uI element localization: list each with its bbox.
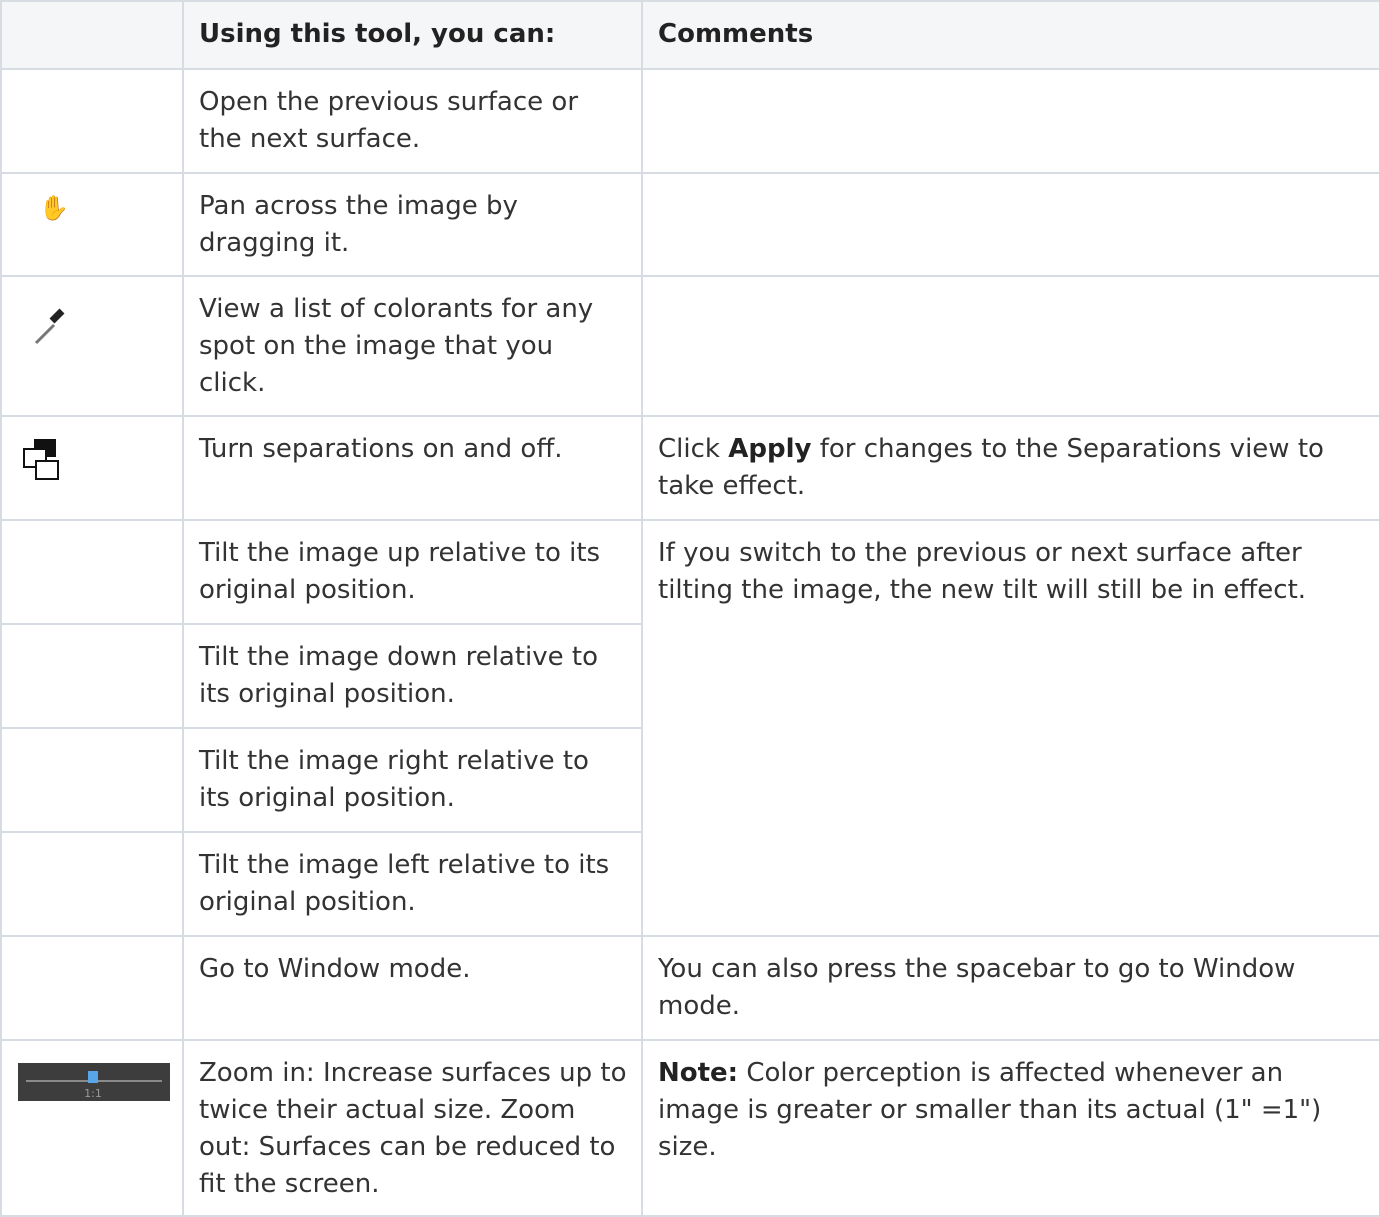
table-row: Tilt the image up relative to its origin… [0, 519, 1379, 937]
icon-cell [0, 519, 184, 625]
eyedropper-icon [34, 308, 65, 345]
header-comments: Comments [641, 0, 1379, 70]
action-cell: Zoom in: Increase surfaces up to twice t… [182, 1039, 643, 1217]
table-row: Go to Window mode. You can also press th… [0, 935, 1379, 1041]
table-row: 1:1 Zoom in: Increase surfaces up to twi… [0, 1039, 1379, 1217]
icon-cell [0, 935, 184, 1041]
comment-text: Click [658, 434, 729, 464]
comment-cell: You can also press the spacebar to go to… [641, 935, 1379, 1041]
note-keyword: Note: [658, 1058, 739, 1088]
action-cell: Tilt the image left relative to its orig… [182, 831, 643, 937]
comment-cell: Click Apply for changes to the Separatio… [641, 415, 1379, 521]
icon-cell [0, 415, 184, 521]
comment-cell [641, 275, 1379, 417]
action-cell: View a list of colorants for any spot on… [182, 275, 643, 417]
comment-cell [641, 172, 1379, 277]
zoom-level-label: 1:1 [84, 1087, 102, 1100]
comment-text: Color perception is affected whenever an… [658, 1058, 1322, 1162]
apply-keyword: Apply [728, 434, 812, 464]
separations-icon [23, 439, 59, 480]
action-cell: Tilt the image right relative to its ori… [182, 727, 643, 833]
table-row: View a list of colorants for any spot on… [0, 275, 1379, 417]
comment-cell [641, 68, 1379, 174]
action-cell: Turn separations on and off. [182, 415, 643, 521]
comment-cell: If you switch to the previous or next su… [641, 519, 1379, 937]
comment-cell: Note: Color perception is affected whene… [641, 1039, 1379, 1217]
action-cell: Tilt the image down relative to its orig… [182, 623, 643, 729]
hand-icon: ✋ [39, 194, 69, 222]
icon-cell [0, 727, 184, 833]
action-cell: Pan across the image by dragging it. [182, 172, 643, 277]
action-cell: Tilt the image up relative to its origin… [182, 519, 643, 625]
table-row: Open the previous surface or the next su… [0, 68, 1379, 174]
icon-cell: 1:1 [0, 1039, 184, 1217]
header-icon-cell [0, 0, 184, 70]
icon-cell [0, 623, 184, 729]
zoom-slider-icon: 1:1 [18, 1063, 170, 1101]
table-header-row: Using this tool, you can: Comments [0, 0, 1379, 70]
action-cell: Go to Window mode. [182, 935, 643, 1041]
action-cell: Open the previous surface or the next su… [182, 68, 643, 174]
icon-cell [0, 831, 184, 937]
header-action: Using this tool, you can: [182, 0, 643, 70]
table-row: Turn separations on and off. Click Apply… [0, 415, 1379, 521]
icon-cell [0, 68, 184, 174]
table-row: ✋ Pan across the image by dragging it. [0, 172, 1379, 277]
icon-cell: ✋ [0, 172, 184, 277]
tools-table: Using this tool, you can: Comments Open … [0, 0, 1379, 1217]
icon-cell [0, 275, 184, 417]
